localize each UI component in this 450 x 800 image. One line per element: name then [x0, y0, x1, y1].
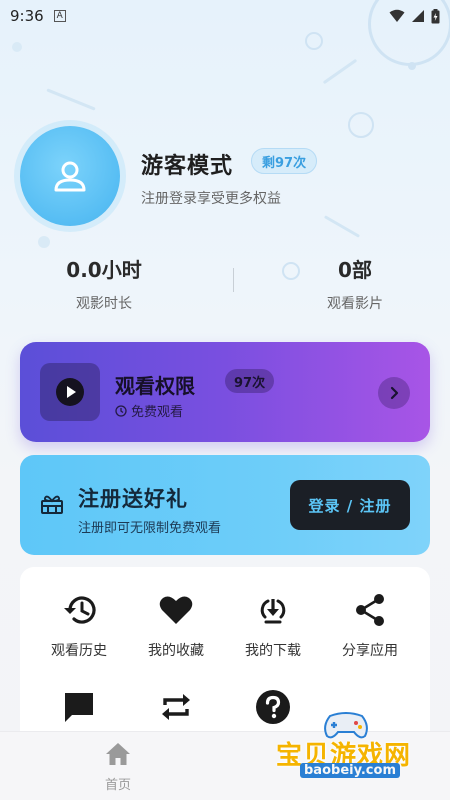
heart-icon [159, 596, 193, 624]
battery-icon [431, 8, 440, 23]
perm-title: 观看权限 [115, 374, 195, 398]
register-card: 注册送好礼 注册即可无限制免费观看 登录 / 注册 [20, 455, 430, 555]
stat-label: 观影时长 [76, 296, 132, 312]
notification-icon: A [53, 10, 66, 22]
perm-arrow-button[interactable] [378, 377, 410, 409]
feedback-icon [65, 693, 93, 722]
grid-item-label: 分享应用 [342, 643, 398, 659]
grid-item-label: 观看历史 [51, 643, 107, 659]
register-subtitle: 注册即可无限制免费观看 [78, 521, 222, 536]
home-icon [106, 743, 130, 765]
stat-watch-time: 0.0小时 观影时长 [24, 254, 184, 313]
wifi-icon [389, 9, 405, 22]
profile-subtitle: 注册登录享受更多权益 [141, 191, 281, 207]
share-icon [356, 594, 384, 626]
grid-item-label: 我的收藏 [148, 643, 204, 659]
switch-icon [162, 694, 190, 720]
watermark-url: baobeiy.com [300, 763, 400, 778]
stat-value: 0部 [338, 258, 372, 282]
gift-icon [41, 495, 63, 514]
stat-divider [233, 268, 234, 292]
history-icon [64, 596, 96, 624]
register-title: 注册送好礼 [78, 487, 188, 511]
play-icon [56, 378, 84, 406]
grid-item-history[interactable]: 观看历史 [39, 592, 119, 660]
grid-item-switch[interactable] [136, 689, 216, 737]
login-register-button[interactable]: 登录 / 注册 [290, 480, 410, 530]
stat-label: 观看影片 [327, 296, 383, 312]
perm-subtitle: 免费观看 [131, 405, 184, 420]
remaining-count-badge: 剩97次 [251, 148, 318, 174]
download-icon [260, 599, 286, 624]
grid-item-share[interactable]: 分享应用 [330, 592, 410, 660]
grid-item-downloads[interactable]: 我的下载 [233, 592, 313, 660]
watch-permission-card[interactable]: 观看权限 97次 免费观看 [20, 342, 430, 442]
grid-item-label: 我的下载 [245, 643, 301, 659]
status-bar: 9:36 A [0, 0, 450, 32]
username: 游客模式 [141, 154, 234, 179]
signal-icon [412, 10, 424, 22]
stat-watched-films: 0部 观看影片 [275, 254, 435, 313]
perm-subtitle-row: 免费观看 [115, 401, 183, 420]
nav-home[interactable]: 首页 [88, 742, 148, 793]
grid-item-feedback[interactable] [39, 689, 119, 737]
grid-item-favorites[interactable]: 我的收藏 [136, 592, 216, 660]
chevron-right-icon [390, 386, 399, 400]
nav-home-label: 首页 [104, 778, 131, 793]
site-watermark: 宝贝游戏网 baobeiy.com [276, 708, 436, 794]
status-time: 9:36 [10, 7, 44, 25]
perm-count-badge: 97次 [225, 369, 275, 393]
perm-icon-box [40, 363, 100, 421]
user-icon [54, 161, 86, 192]
avatar[interactable] [20, 126, 120, 226]
clock-icon [115, 404, 127, 417]
stat-value: 0.0小时 [66, 258, 142, 282]
